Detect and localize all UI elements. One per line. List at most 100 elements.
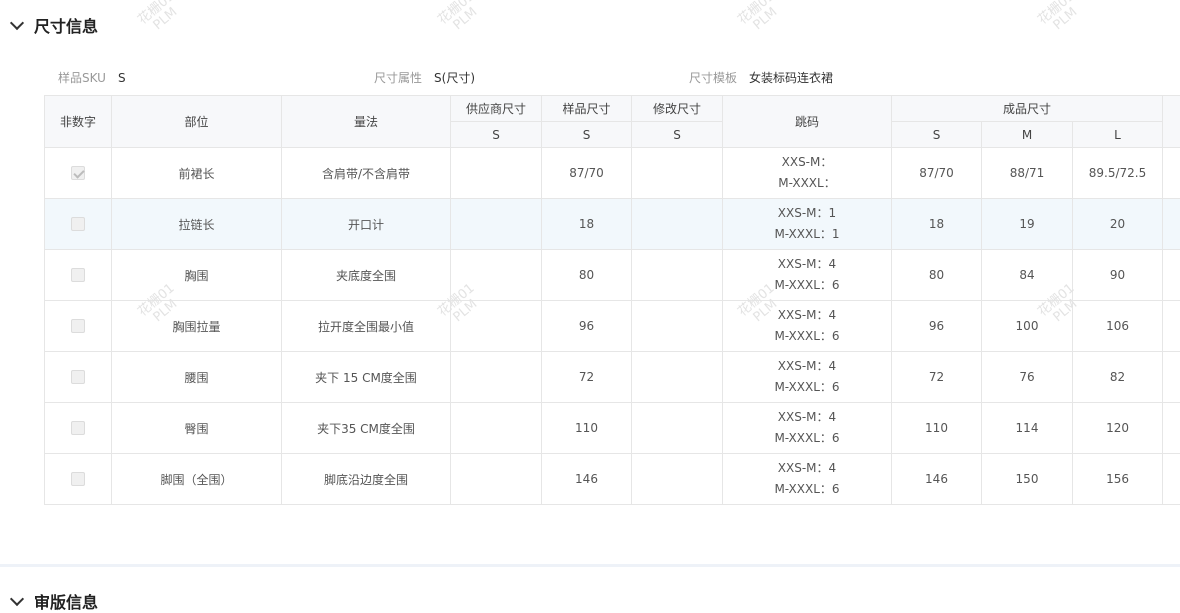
finished-size-s-cell: 96 <box>892 301 982 352</box>
finished-size-l-cell: 90 <box>1073 250 1163 301</box>
jump-code-small: XXS-M：1 <box>723 203 891 224</box>
supplier-size-cell[interactable] <box>451 301 542 352</box>
table-row: 胸围夹底度全围80XXS-M：4M-XXXL：6808490 <box>45 250 1180 301</box>
part-cell: 腰围 <box>112 352 282 403</box>
size-info-header[interactable]: 尺寸信息 <box>12 13 98 37</box>
header-finished-m: M <box>982 122 1073 148</box>
sample-sku: 样品SKUS <box>58 69 126 86</box>
sample-size-cell: 18 <box>542 199 632 250</box>
overflow-cell <box>1163 352 1180 403</box>
non-numeric-cell <box>45 250 112 301</box>
size-template-label: 尺寸模板 <box>689 71 737 85</box>
sample-size-cell: 110 <box>542 403 632 454</box>
jump-code-small: XXS-M：4 <box>723 356 891 377</box>
chevron-down-icon[interactable] <box>10 591 24 605</box>
jump-code-small: XXS-M：4 <box>723 458 891 479</box>
header-finished-l: L <box>1073 122 1163 148</box>
header-method: 量法 <box>282 96 451 148</box>
sample-size-cell: 80 <box>542 250 632 301</box>
finished-size-s-cell: 110 <box>892 403 982 454</box>
size-template-value: 女装标码连衣裙 <box>749 71 833 85</box>
method-cell: 拉开度全围最小值 <box>282 301 451 352</box>
non-numeric-checkbox[interactable] <box>71 319 85 333</box>
non-numeric-checkbox[interactable] <box>71 421 85 435</box>
supplier-size-cell[interactable] <box>451 199 542 250</box>
header-jump-code: 跳码 <box>723 96 892 148</box>
finished-size-m-cell: 114 <box>982 403 1073 454</box>
jump-code-cell: XXS-M：1M-XXXL：1 <box>723 199 892 250</box>
header-sample-size: 样品尺寸 <box>542 96 632 122</box>
modify-size-cell[interactable] <box>632 454 723 505</box>
jump-code-cell: XXS-M：4M-XXXL：6 <box>723 454 892 505</box>
jump-code-small: XXS-M：4 <box>723 407 891 428</box>
non-numeric-checkbox[interactable] <box>71 217 85 231</box>
supplier-size-cell[interactable] <box>451 403 542 454</box>
chevron-down-icon[interactable] <box>10 15 24 29</box>
part-cell: 臀围 <box>112 403 282 454</box>
sample-sku-value: S <box>118 71 126 85</box>
jump-code-small: XXS-M：4 <box>723 305 891 326</box>
non-numeric-checkbox[interactable] <box>71 370 85 384</box>
overflow-cell <box>1163 148 1180 199</box>
table-row: 拉链长开口计18XXS-M：1M-XXXL：1181920 <box>45 199 1180 250</box>
modify-size-cell[interactable] <box>632 250 723 301</box>
header-modify-size: 修改尺寸 <box>632 96 723 122</box>
non-numeric-cell <box>45 148 112 199</box>
modify-size-cell[interactable] <box>632 301 723 352</box>
jump-code-cell: XXS-M：4M-XXXL：6 <box>723 301 892 352</box>
sample-size-cell: 96 <box>542 301 632 352</box>
finished-size-l-cell: 156 <box>1073 454 1163 505</box>
method-cell: 含肩带/不含肩带 <box>282 148 451 199</box>
section-divider <box>0 564 1180 567</box>
next-section-title: 审版信息 <box>34 589 98 613</box>
overflow-cell <box>1163 403 1180 454</box>
modify-size-cell[interactable] <box>632 199 723 250</box>
non-numeric-checkbox[interactable] <box>71 166 85 180</box>
finished-size-m-cell: 88/71 <box>982 148 1073 199</box>
table-row: 腰围夹下 15 CM度全围72XXS-M：4M-XXXL：6727682 <box>45 352 1180 403</box>
header-part: 部位 <box>112 96 282 148</box>
part-cell: 拉链长 <box>112 199 282 250</box>
non-numeric-checkbox[interactable] <box>71 472 85 486</box>
header-non-numeric: 非数字 <box>45 96 112 148</box>
part-cell: 前裙长 <box>112 148 282 199</box>
watermark: 花栅01PLM <box>136 0 187 38</box>
size-attribute: 尺寸属性 S(尺寸) <box>374 69 475 86</box>
modify-size-cell[interactable] <box>632 352 723 403</box>
supplier-size-cell[interactable] <box>451 352 542 403</box>
jump-code-large: M-XXXL：6 <box>723 275 891 296</box>
supplier-size-cell[interactable] <box>451 148 542 199</box>
jump-code-large: M-XXXL：6 <box>723 479 891 500</box>
jump-code-cell: XXS-M：M-XXXL： <box>723 148 892 199</box>
finished-size-l-cell: 82 <box>1073 352 1163 403</box>
modify-size-cell[interactable] <box>632 148 723 199</box>
size-attribute-value: S(尺寸) <box>434 71 475 85</box>
non-numeric-cell <box>45 199 112 250</box>
part-cell: 胸围 <box>112 250 282 301</box>
watermark: 花栅01PLM <box>1036 0 1087 38</box>
method-cell: 夹下 15 CM度全围 <box>282 352 451 403</box>
finished-size-l-cell: 106 <box>1073 301 1163 352</box>
finished-size-m-cell: 100 <box>982 301 1073 352</box>
finished-size-s-cell: 72 <box>892 352 982 403</box>
non-numeric-checkbox[interactable] <box>71 268 85 282</box>
jump-code-cell: XXS-M：4M-XXXL：6 <box>723 250 892 301</box>
part-cell: 胸围拉量 <box>112 301 282 352</box>
header-sample-s: S <box>542 122 632 148</box>
review-info-header[interactable]: 审版信息 <box>12 589 98 613</box>
jump-code-small: XXS-M：4 <box>723 254 891 275</box>
size-attribute-label: 尺寸属性 <box>374 71 422 85</box>
overflow-cell <box>1163 454 1180 505</box>
method-cell: 夹底度全围 <box>282 250 451 301</box>
finished-size-m-cell: 19 <box>982 199 1073 250</box>
size-table-container[interactable]: 非数字 部位 量法 供应商尺寸 样品尺寸 修改尺寸 跳码 成品尺寸 S S S … <box>44 95 1180 508</box>
jump-code-cell: XXS-M：4M-XXXL：6 <box>723 352 892 403</box>
supplier-size-cell[interactable] <box>451 250 542 301</box>
header-modify-s: S <box>632 122 723 148</box>
modify-size-cell[interactable] <box>632 403 723 454</box>
supplier-size-cell[interactable] <box>451 454 542 505</box>
part-cell: 脚围（全围） <box>112 454 282 505</box>
header-supplier-size: 供应商尺寸 <box>451 96 542 122</box>
watermark: 花栅01PLM <box>736 0 787 38</box>
method-cell: 脚底沿边度全围 <box>282 454 451 505</box>
